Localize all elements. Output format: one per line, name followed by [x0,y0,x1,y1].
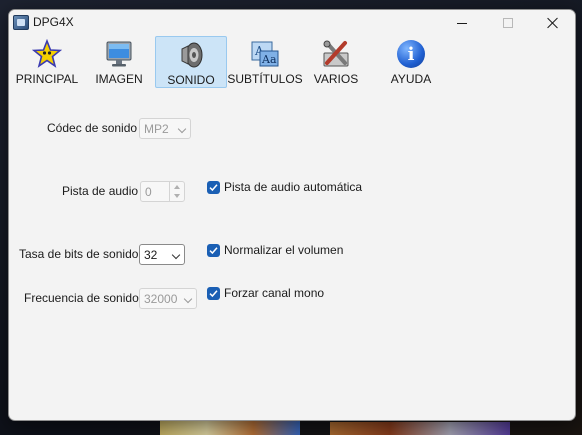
desktop-wallpaper-streak [160,420,300,435]
subtitles-icon: A Aa [250,39,280,69]
tab-label: AYUDA [390,72,432,86]
normalize-label: Normalizar el volumen [224,243,344,257]
tools-icon [321,39,351,69]
audio-track-label: Pista de audio [62,184,139,198]
normalize-checkbox[interactable] [207,243,220,257]
auto-track-checkbox[interactable] [207,180,220,194]
codec-label: Códec de sonido [47,121,138,135]
checkmark-icon [209,289,218,297]
spin-down-icon [174,194,180,198]
tab-imagen[interactable]: IMAGEN [88,36,150,88]
minimize-icon [457,22,467,24]
tab-varios[interactable]: VARIOS [305,36,367,88]
codec-select: MP2 [139,118,191,139]
chevron-down-icon [177,124,187,134]
window-title: DPG4X [33,15,74,29]
tab-ayuda[interactable]: i AYUDA [380,36,442,88]
frequency-select: 32000 [139,288,197,309]
chevron-down-icon [183,294,193,304]
tab-label: IMAGEN [95,72,143,86]
tab-label: VARIOS [313,72,359,86]
codec-value: MP2 [144,122,169,136]
title-bar[interactable]: DPG4X [9,10,575,36]
maximize-button [485,10,531,36]
close-icon [547,17,559,29]
mono-checkbox-row[interactable]: Forzar canal mono [207,286,324,300]
speaker-icon [176,40,206,70]
minimize-button[interactable] [439,10,485,36]
tab-principal[interactable]: PRINCIPAL [13,36,81,88]
star-icon [31,38,63,69]
bitrate-select[interactable]: 32 [139,244,185,265]
chevron-down-icon [171,250,181,260]
monitor-icon [104,39,134,69]
svg-text:Aa: Aa [261,53,277,66]
tab-label: SUBTÍTULOS [227,72,303,86]
app-icon [13,15,29,30]
auto-track-checkbox-row[interactable]: Pista de audio automática [207,180,362,194]
audio-track-value: 0 [145,185,152,199]
frequency-value: 32000 [144,292,178,306]
tab-label: SONIDO [167,73,215,87]
tab-label: PRINCIPAL [15,72,79,86]
auto-track-label: Pista de audio automática [224,180,363,194]
checkmark-icon [209,183,218,191]
normalize-checkbox-row[interactable]: Normalizar el volumen [207,243,343,257]
app-window: DPG4X PRINCIPAL IMAGEN SONIDO A Aa SUBTÍ… [8,9,576,421]
bitrate-label: Tasa de bits de sonido [19,247,139,261]
close-button[interactable] [530,10,575,36]
tab-sonido[interactable]: SONIDO [155,36,227,88]
tab-subtitulos[interactable]: A Aa SUBTÍTULOS [227,36,303,88]
info-icon: i [396,39,426,69]
section-toolbar: PRINCIPAL IMAGEN SONIDO A Aa SUBTÍTULOS … [9,36,575,92]
spinner-buttons [169,182,184,201]
mono-checkbox[interactable] [207,286,220,300]
mono-label: Forzar canal mono [224,286,325,300]
frequency-label: Frecuencia de sonido [24,291,139,305]
audio-track-spinner: 0 [140,181,185,202]
maximize-icon [503,18,513,28]
spin-up-icon [174,185,180,189]
bitrate-value: 32 [144,248,158,262]
desktop-wallpaper-streak [330,422,510,435]
checkmark-icon [209,246,218,254]
